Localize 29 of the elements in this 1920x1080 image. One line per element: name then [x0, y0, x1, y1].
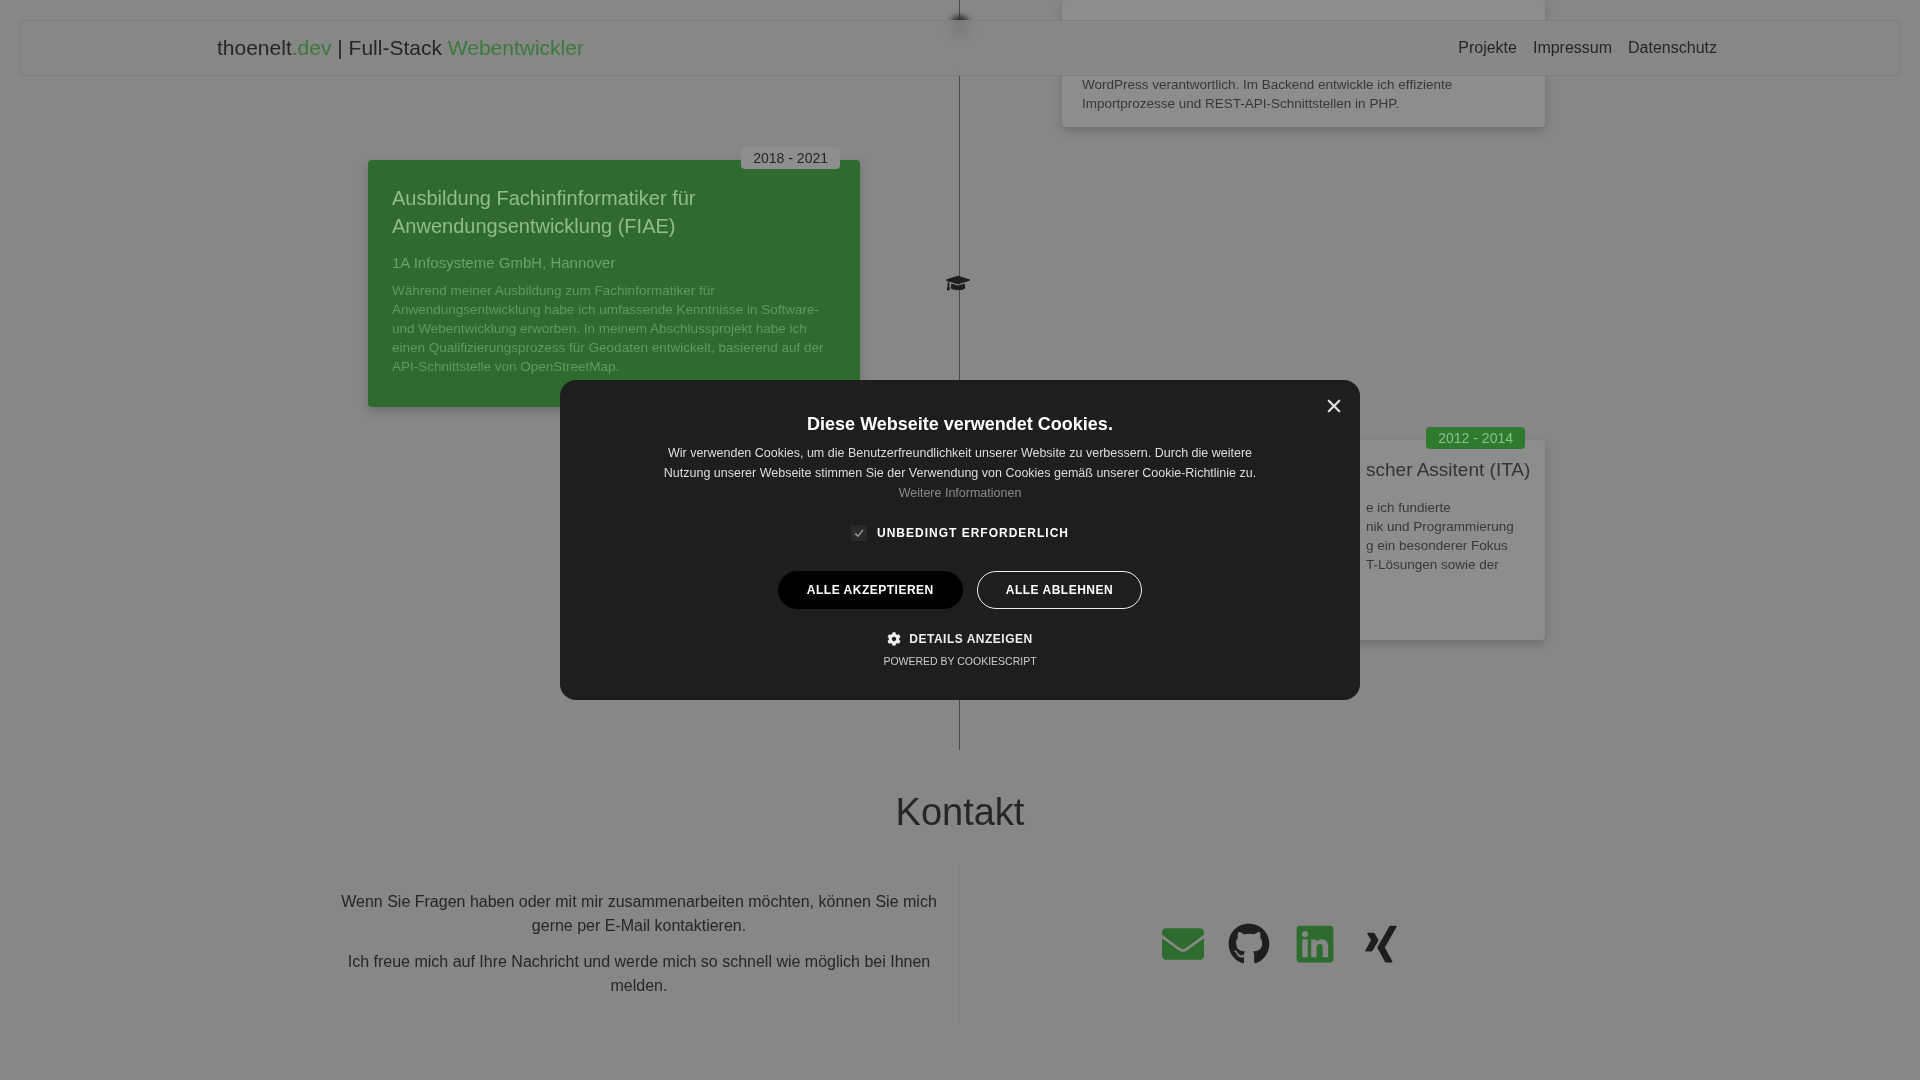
- period-badge: 2018 - 2021: [741, 147, 840, 169]
- nav-link[interactable]: Projekte: [1458, 39, 1517, 57]
- contact-text: Ich freue mich auf Ihre Nachricht und werde mich so schnell wie möglich bei Ihnen melden.: [346, 952, 932, 996]
- github-icon[interactable]: [1227, 923, 1270, 965]
- description-line: Importprozesse und REST-API-Schnittstellen in PHP.: [1082, 95, 1401, 113]
- contact-text: Wenn Sie Fragen haben oder mit mir zusammenarbeiten möchten, können Sie mich gerne per E-Mail kontaktieren.: [340, 892, 938, 936]
- dialog-title: Diese Webseite verwendet Cookies.: [807, 414, 1113, 435]
- section-heading: Kontakt: [894, 790, 1026, 834]
- company-name: 1A Infosysteme GmbH, Hannover: [392, 254, 617, 271]
- dialog-text: Wir verwenden Cookies, um die Benutzerfreundlichkeit unserer Website zu verbessern. Durch die weitere Nutzung unserer Webseite stimmen Sie der Verwendung von Cookies gemäß unserer Cookie-Richtlinie zu. Weitere Informationen: [662, 445, 1258, 502]
- checkbox-label: UNBEDINGT ERFORDERLICH: [877, 526, 1069, 540]
- card-title: Ausbildung Fachinfinformatiker für Anwendungsentwicklung (FIAE): [392, 186, 697, 239]
- period-badge: 2012 - 2014: [1426, 427, 1525, 449]
- powered-by-link[interactable]: POWERED BY COOKIESCRIPT: [883, 655, 1037, 667]
- description-line: nik und Programmierung: [1366, 518, 1515, 536]
- description-line: WordPress verantwortlich. Im Backend entwickle ich effiziente: [1082, 76, 1454, 94]
- check-icon: [853, 527, 865, 539]
- details-button[interactable]: DETAILS ANZEIGEN: [881, 631, 1039, 647]
- nav-link[interactable]: Datenschutz: [1628, 39, 1717, 57]
- site-brand[interactable]: thoenelt.dev | Full-Stack Webentwickler: [217, 36, 584, 60]
- description-line: e ich fundierte: [1366, 499, 1452, 517]
- nav-link[interactable]: Impressum: [1532, 39, 1613, 57]
- more-info-link[interactable]: Weitere Informationen: [898, 486, 1022, 500]
- description-line: g ein besonderer Fokus: [1366, 537, 1509, 555]
- card-title: scher Assitent (ITA): [1366, 458, 1532, 482]
- gear-icon: [887, 632, 902, 646]
- checkbox[interactable]: [851, 525, 867, 541]
- accept-button[interactable]: ALLE AKZEPTIEREN: [777, 571, 963, 609]
- description-line: T-Lösungen sowie der: [1366, 556, 1500, 574]
